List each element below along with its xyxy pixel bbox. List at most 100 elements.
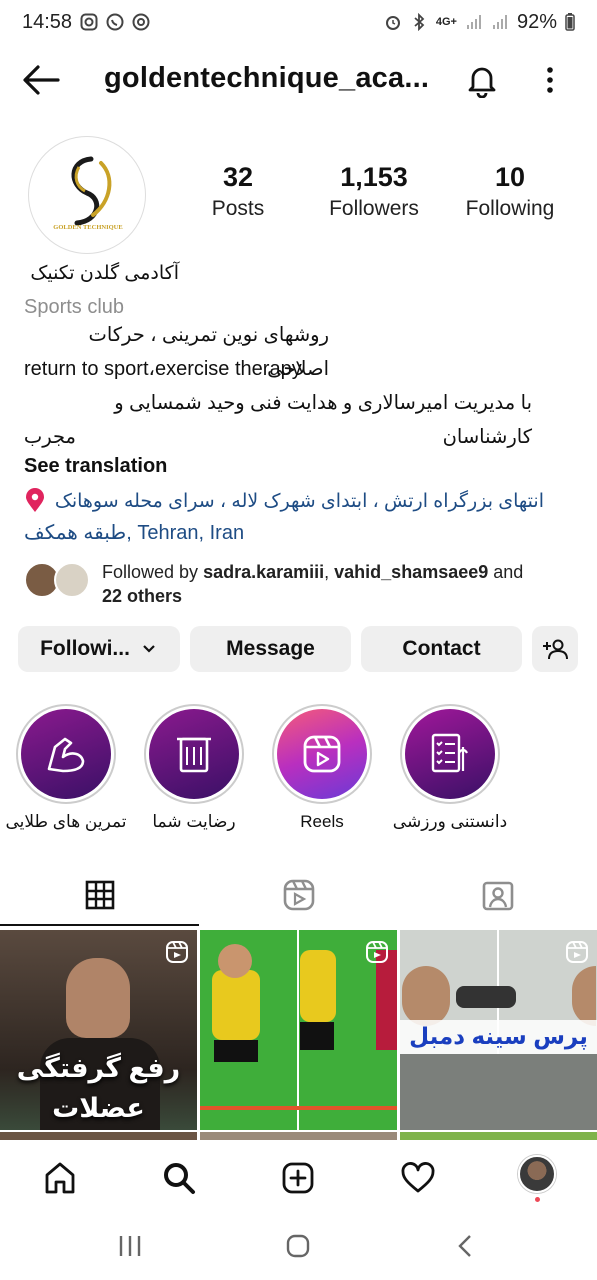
followed-by-prefix: Followed by [102,562,204,582]
followed-by-user-1[interactable]: sadra.karamiii [203,562,324,582]
checklist-icon [431,733,468,773]
message-button-label: Message [226,637,315,660]
svg-text:GOLDEN TECHNIQUE: GOLDEN TECHNIQUE [53,224,122,231]
towel-icon [177,737,211,773]
following-count[interactable]: 10 Following [440,162,580,221]
reel-badge-icon [366,941,388,963]
post-thumbnail-1[interactable]: رفع گرفتگی عضلات [0,930,197,1130]
profile-display-name: آکادمی گلدن تکنیک [30,263,179,284]
reels-tab-icon [283,879,314,911]
status-bar: 14:58 4G+ 92% [0,0,597,44]
bluetooth-icon [414,13,425,31]
video-split-divider [297,930,299,1130]
agility-ladder [200,1106,397,1110]
posts-count[interactable]: 32 Posts [168,162,308,221]
tab-reels[interactable] [199,864,398,926]
search-icon [164,1163,195,1194]
battery-percent: 92% [516,10,557,33]
back-arrow-icon[interactable] [22,64,60,96]
heart-icon [401,1162,435,1193]
followers-label: Followers [329,197,419,220]
more-options-icon[interactable] [540,64,560,96]
followed-by-sep: , [324,562,335,582]
tab-tagged[interactable] [398,864,597,926]
contact-button[interactable]: Contact [361,626,522,672]
profile-avatar[interactable]: GOLDEN TECHNIQUE [28,136,146,254]
golden-technique-logo: GOLDEN TECHNIQUE [53,156,123,231]
signal-icon [466,15,481,29]
tab-grid[interactable] [0,864,199,926]
pin-icon [26,488,44,512]
grid-icon [85,880,114,910]
bell-icon[interactable] [464,62,500,98]
post-caption-3: پرس سینه دمبل [409,1023,588,1049]
followed-by-and: and [488,562,524,582]
bio-line-2: return to sport،exercise therapy [24,358,302,380]
post-thumbnail-4[interactable] [0,1132,197,1140]
system-back-icon[interactable] [455,1233,475,1259]
highlight-sports-facts[interactable]: دانستنی ورزشی [386,704,514,832]
followers-count[interactable]: 1,153 Followers [304,162,444,221]
highlight-satisfaction[interactable]: رضایت شما [130,704,258,832]
whatsapp-notification-icon [106,13,124,31]
active-tab-indicator [0,924,199,926]
highlight-golden-exercises[interactable]: تمرین های طلایی [2,704,130,832]
following-label: Following [465,197,555,220]
tagged-icon [482,881,513,911]
bottom-navigation [0,1140,597,1214]
nav-home[interactable] [40,1158,80,1198]
highlight-label-1: تمرین های طلایی [5,812,127,831]
highlight-reels[interactable]: Reels [258,704,386,832]
player-head-1 [218,944,252,978]
notification-dot [534,1196,540,1202]
bio-line-3: با مدیریت امیرسالاری و هدایت فنی وحید شم… [114,392,532,448]
signal-2-icon [492,15,507,29]
followed-by-others[interactable]: 22 others [102,586,182,606]
bio-line-4: مجرب [23,426,76,448]
player-shirt-2 [300,950,336,1022]
follower-avatar-2 [54,562,90,598]
profile-avatar-small [518,1154,556,1193]
nav-activity[interactable] [398,1158,438,1198]
posts-label: Posts [211,197,265,220]
system-navigation-bar [0,1214,597,1280]
network-type: 4G+ [435,16,457,28]
nav-search[interactable] [159,1158,199,1198]
post-thumbnail-3[interactable]: پرس سینه دمبل [400,930,597,1130]
highlight-label-3: Reels [300,812,344,831]
location-line-1: انتهای بزرگراه ارتش ، ابتدای شهرک لاله ،… [54,490,544,512]
contact-button-label: Contact [402,637,481,660]
status-time: 14:58 [22,10,73,33]
add-person-icon [543,639,568,660]
location-line-2[interactable]: طبقه همکف, Tehran, Iran [24,518,244,548]
post-thumbnail-6[interactable] [400,1132,597,1140]
followed-by-user-2[interactable]: vahid_shamsaee9 [334,562,488,582]
post-grid: رفع گرفتگی عضلات پرس سینه دمبل [0,930,597,1140]
location-line-2-ltr: , Tehran, Iran [126,522,245,544]
instagram-notification-icon [80,13,98,31]
followed-by[interactable]: Followed by sadra.karamiii, vahid_shamsa… [24,560,584,608]
recent-apps-icon[interactable] [118,1233,142,1259]
location-line-2-rtl: طبقه همکف [24,522,127,544]
profile-username: goldentechnique_aca... [104,62,430,94]
following-button[interactable]: Followi... [18,626,180,672]
trainer-bodies [400,1054,597,1130]
see-translation-link[interactable]: See translation [24,455,167,478]
highlight-label-4: دانستنی ورزشی [392,812,508,831]
nav-create[interactable] [278,1158,318,1198]
home-icon [45,1162,75,1194]
highlight-label-2: رضایت شما [152,812,236,831]
reel-badge-icon [566,941,588,963]
app-notification-icon [132,13,150,31]
trainer-head-2 [572,966,596,1026]
post-caption-1: رفع گرفتگی عضلات [0,1048,197,1128]
nav-profile[interactable] [517,1154,557,1202]
message-button[interactable]: Message [190,626,351,672]
location-link[interactable]: انتهای بزرگراه ارتش ، ابتدای شهرک لاله ،… [24,484,544,518]
create-post-icon [282,1162,314,1194]
chevron-down-icon [143,645,155,653]
post-thumbnail-2[interactable] [200,930,397,1130]
post-thumbnail-5[interactable] [200,1132,397,1140]
suggested-users-button[interactable] [532,626,578,672]
home-button-icon[interactable] [285,1233,311,1259]
